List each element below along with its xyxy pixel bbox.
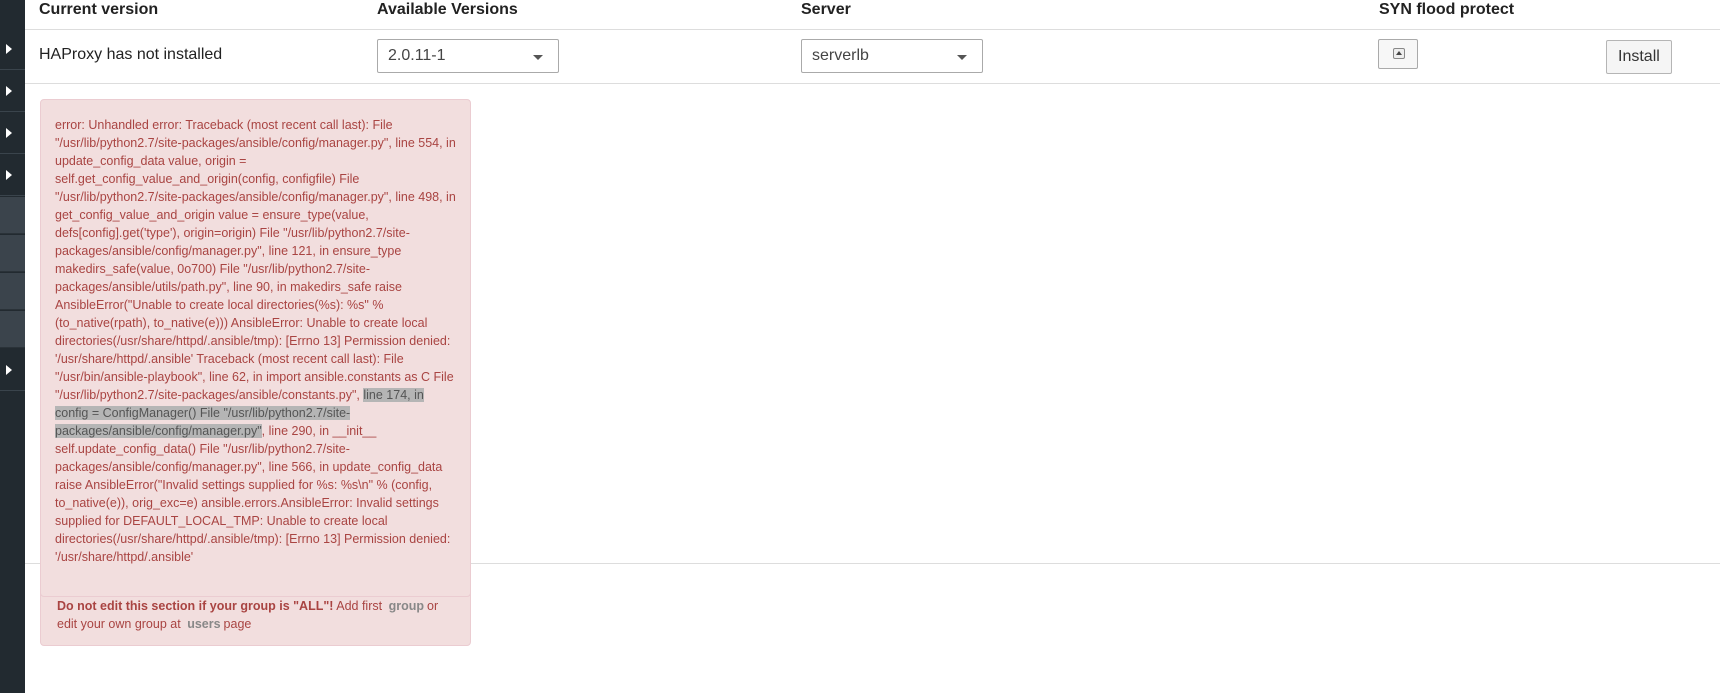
row-divider (25, 83, 1720, 84)
group-link[interactable]: group (389, 599, 424, 613)
chevron-down-icon (957, 55, 967, 60)
chevron-down-icon (533, 55, 543, 60)
error-text-before: error: Unhandled error: Traceback (most … (55, 118, 456, 402)
server-select[interactable]: serverlb (801, 39, 983, 73)
group-warning-text-3: page (223, 617, 252, 631)
syn-flood-checkbox[interactable] (1378, 39, 1418, 69)
sidebar-expand-button-5[interactable] (0, 350, 25, 391)
sidebar-expand-button-1[interactable] (0, 29, 25, 70)
sidebar-item-2[interactable] (0, 235, 25, 272)
header-server: Server (801, 1, 851, 18)
version-select[interactable]: 2.0.11-1 (377, 39, 559, 73)
sidebar-item-1[interactable] (0, 197, 25, 234)
server-select-value: serverlb (812, 47, 869, 64)
checkbox-icon (1393, 48, 1405, 59)
error-text-after: , line 290, in __init__ self.update_conf… (55, 424, 451, 564)
group-warning-text-1: Add first (336, 599, 383, 613)
header-divider (25, 29, 1720, 30)
install-button[interactable]: Install (1606, 40, 1672, 74)
version-select-value: 2.0.11-1 (388, 47, 446, 64)
sidebar-item-3[interactable] (0, 273, 25, 310)
caret-right-icon (6, 44, 12, 54)
sidebar-expand-button-2[interactable] (0, 71, 25, 112)
caret-right-icon (6, 128, 12, 138)
caret-right-icon (6, 365, 12, 375)
header-syn-flood: SYN flood protect (1379, 1, 1515, 18)
sidebar (0, 0, 25, 693)
users-link[interactable]: users (187, 617, 220, 631)
sidebar-item-4[interactable] (0, 311, 25, 348)
sidebar-expand-button-3[interactable] (0, 113, 25, 154)
caret-right-icon (6, 170, 12, 180)
sidebar-expand-button-4[interactable] (0, 155, 25, 196)
header-current-version: Current version (39, 1, 159, 18)
header-available-versions: Available Versions (377, 1, 518, 18)
group-warning-bold: Do not edit this section if your group i… (57, 599, 334, 613)
error-alert: error: Unhandled error: Traceback (most … (40, 99, 471, 597)
current-version-value: HAProxy has not installed (39, 46, 223, 63)
caret-right-icon (6, 86, 12, 96)
